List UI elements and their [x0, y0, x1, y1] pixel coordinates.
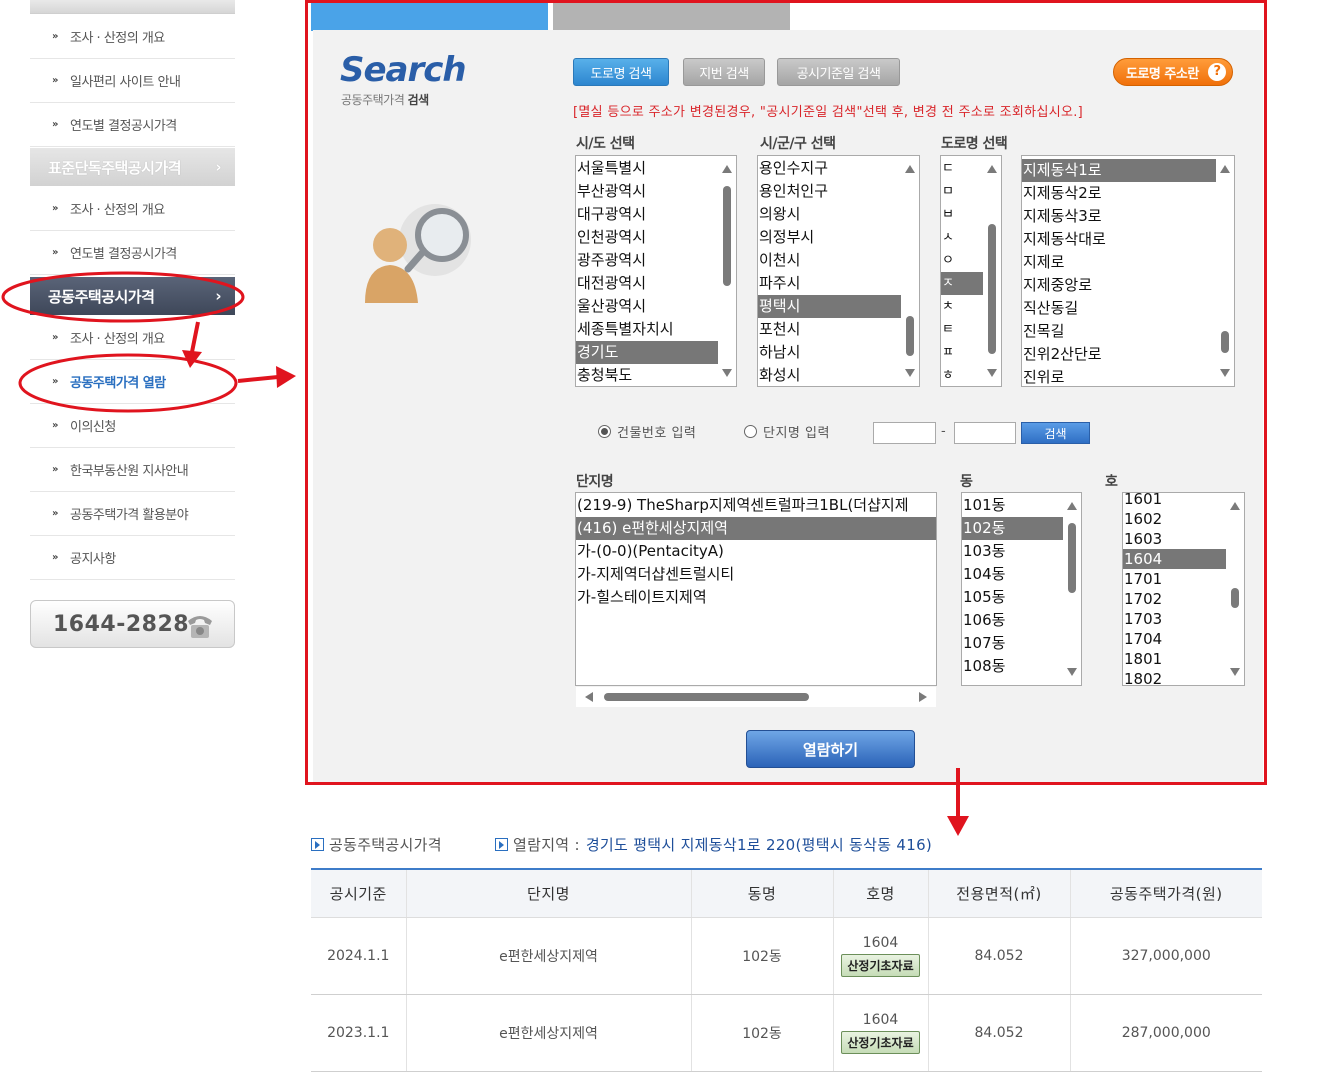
- cell-complex: e편한세상지제역: [405, 994, 691, 1072]
- phone-number-banner: 1644-2828: [30, 600, 235, 648]
- annotation-arrow-right: [237, 375, 279, 383]
- cell-price: 327,000,000: [1069, 917, 1262, 995]
- crumb-view-region: 열람지역 : 경기도 평택시 지제동삭1로 220(평택시 동삭동 416): [495, 834, 932, 855]
- cell-date: 2023.1.1: [311, 994, 406, 1072]
- cell-dong: 102동: [690, 994, 833, 1072]
- sidebar-item-overview-2[interactable]: » 조사 · 산정의 개요: [30, 187, 235, 231]
- sidebar-item-yearly-price-1[interactable]: » 연도별 결정공시가격: [30, 103, 235, 147]
- chevron-right-icon: »: [52, 247, 58, 258]
- result-table: 공시기준 단지명 동명 호명 전용면적(㎡) 공동주택가격(원) 2024.1.…: [311, 868, 1262, 1072]
- cell-ho: 1604 산정기초자료: [832, 917, 928, 995]
- column-header: 공시기준: [311, 869, 406, 918]
- chevron-right-icon: »: [52, 203, 58, 214]
- chevron-right-icon: »: [52, 508, 58, 519]
- chevron-right-icon: »: [52, 75, 58, 86]
- chevron-right-icon: »: [52, 552, 58, 563]
- chevron-right-icon: ›: [215, 287, 221, 305]
- annotation-arrowhead: [947, 816, 969, 836]
- crumb-apartment-price: 공동주택공시가격: [311, 834, 442, 855]
- calculation-data-button[interactable]: 산정기초자료: [841, 953, 920, 977]
- chevron-right-icon: »: [52, 376, 58, 387]
- column-header: 공동주택가격(원): [1069, 869, 1262, 918]
- annotation-arrowhead: [276, 366, 296, 388]
- column-header: 전용면적(㎡): [927, 869, 1070, 918]
- annotation-highlight-frame: [305, 0, 1267, 785]
- sidebar-item-yearly-price-2[interactable]: » 연도별 결정공시가격: [30, 231, 235, 275]
- sidebar-item-objection[interactable]: » 이의신청: [30, 404, 235, 448]
- chevron-right-icon: »: [52, 119, 58, 130]
- chevron-right-icon: »: [52, 464, 58, 475]
- column-header: 단지명: [405, 869, 691, 918]
- sidebar-item-branch-info[interactable]: » 한국부동산원 지사안내: [30, 448, 235, 492]
- chevron-right-icon: »: [52, 420, 58, 431]
- calculation-data-button[interactable]: 산정기초자료: [841, 1030, 920, 1054]
- sidebar-top-edge: [30, 0, 235, 14]
- sidebar-item-apartment-price-view[interactable]: » 공동주택가격 열람: [30, 360, 235, 404]
- cell-complex: e편한세상지제역: [405, 917, 691, 995]
- cell-dong: 102동: [690, 917, 833, 995]
- column-header: 동명: [690, 869, 833, 918]
- cell-area: 84.052: [927, 917, 1070, 995]
- cell-ho: 1604 산정기초자료: [832, 994, 928, 1072]
- column-header: 호명: [832, 869, 928, 918]
- sidebar-header-apartment[interactable]: 공동주택공시가격 ›: [30, 277, 235, 315]
- table-header-row: 공시기준 단지명 동명 호명 전용면적(㎡) 공동주택가격(원): [311, 869, 1262, 918]
- chevron-right-icon: »: [52, 332, 58, 343]
- sidebar-item-price-usage[interactable]: » 공동주택가격 활용분야: [30, 492, 235, 536]
- sidebar-item-notice[interactable]: » 공지사항: [30, 536, 235, 580]
- chevron-right-icon: ›: [215, 158, 221, 176]
- table-row: 2023.1.1 e편한세상지제역 102동 1604 산정기초자료 84.05…: [311, 994, 1262, 1072]
- arrow-box-icon: [311, 838, 324, 851]
- table-row: 2024.1.1 e편한세상지제역 102동 1604 산정기초자료 84.05…: [311, 917, 1262, 995]
- cell-area: 84.052: [927, 994, 1070, 1072]
- sidebar-item-overview-3[interactable]: » 조사 · 산정의 개요: [30, 316, 235, 360]
- sidebar-header-detached-house[interactable]: 표준단독주택공시가격 ›: [30, 148, 235, 186]
- sidebar-item-overview-1[interactable]: » 조사 · 산정의 개요: [30, 15, 235, 59]
- sidebar-item-ilsa-site[interactable]: » 일사편리 사이트 안내: [30, 59, 235, 103]
- arrow-box-icon: [495, 838, 508, 851]
- cell-price: 287,000,000: [1069, 994, 1262, 1072]
- telephone-icon: [188, 616, 212, 638]
- chevron-right-icon: »: [52, 31, 58, 42]
- cell-date: 2024.1.1: [311, 917, 406, 995]
